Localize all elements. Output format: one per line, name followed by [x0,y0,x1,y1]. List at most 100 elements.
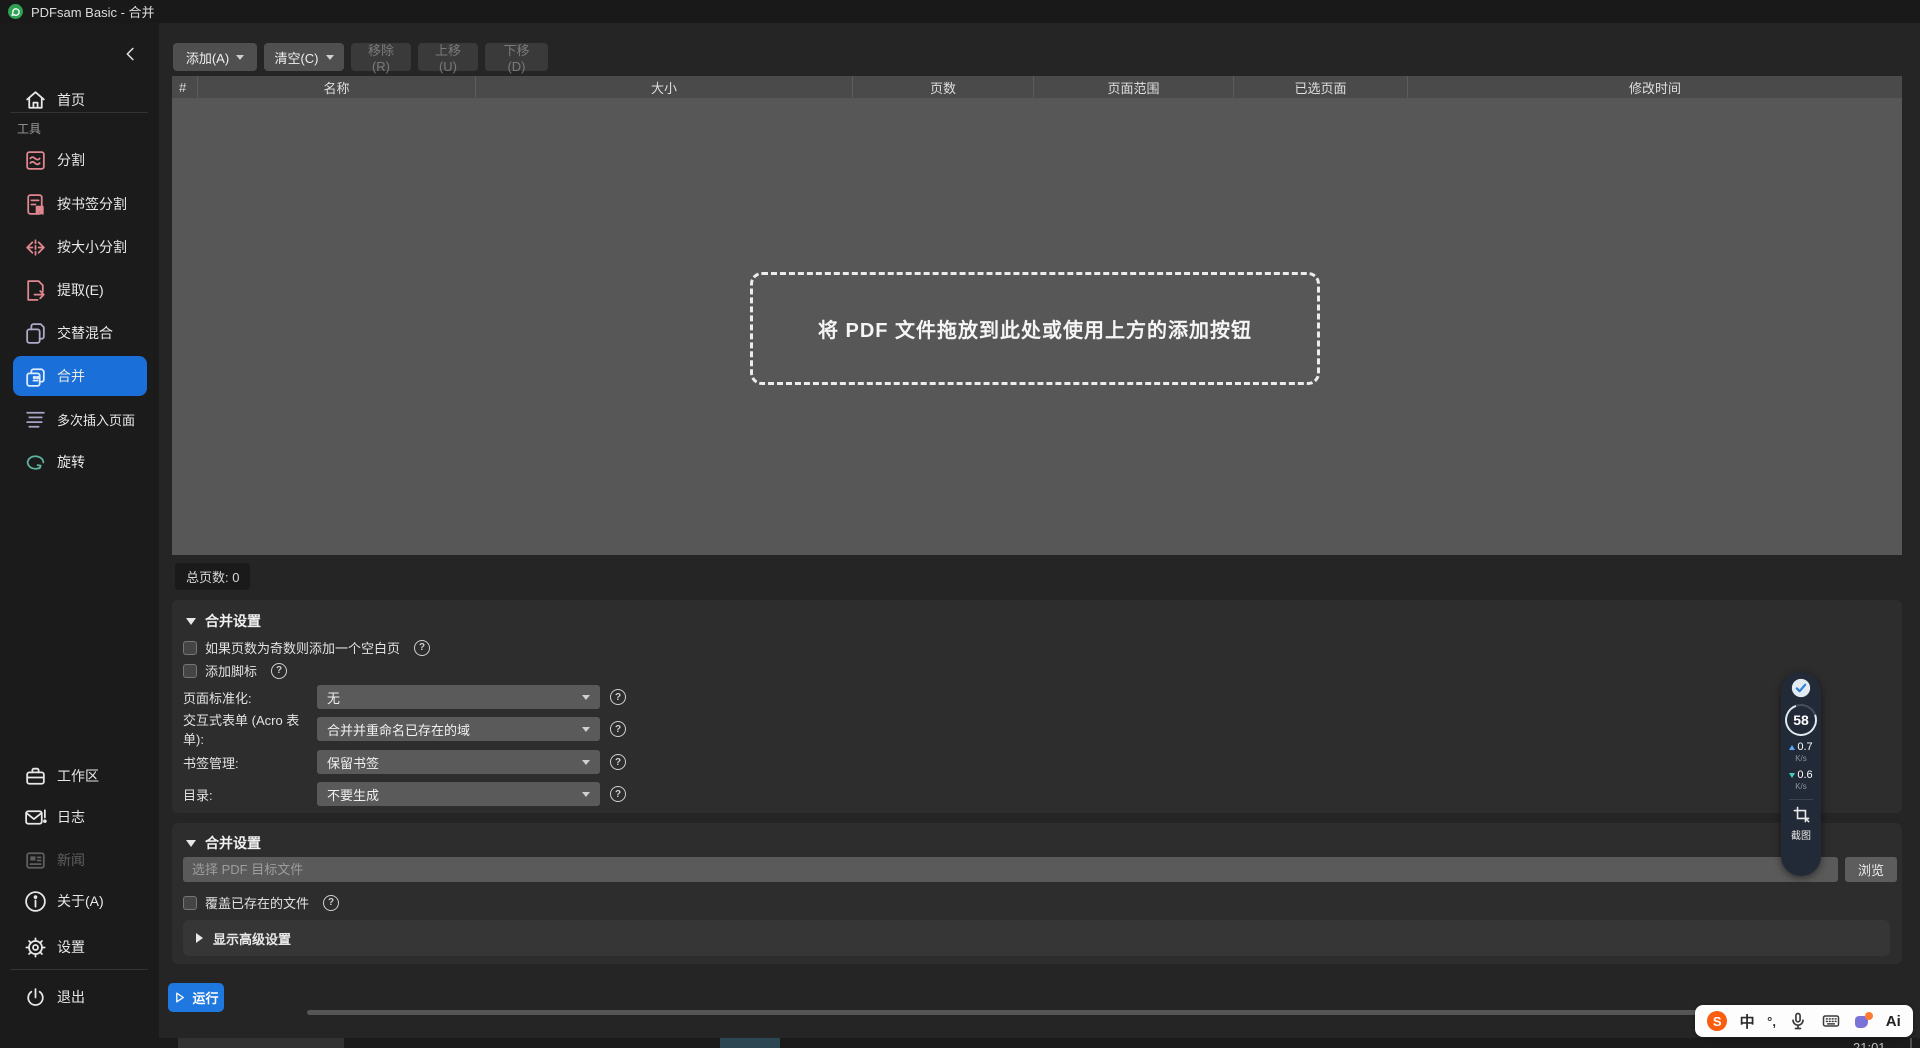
show-advanced-settings-toggle[interactable]: 显示高级设置 [183,920,1890,956]
dropzone-hint: 将 PDF 文件拖放到此处或使用上方的添加按钮 [818,314,1252,343]
power-icon [23,985,48,1010]
table-body-drop-area[interactable]: 将 PDF 文件拖放到此处或使用上方的添加按钮 [172,98,1902,555]
merge-settings-header[interactable]: 合并设置 [186,611,261,631]
ime-punctuation-toggle[interactable]: °, [1767,1014,1776,1029]
sidebar-item-insert-pages[interactable]: 多次插入页面 [13,399,147,439]
table-header-row: # 名称 大小 页数 页面范围 已选页面 修改时间 [172,76,1902,98]
floating-assistant-widget[interactable]: 58 0.7 K/s 0.6 K/s 截图 [1781,672,1821,876]
column-header-selected-pages[interactable]: 已选页面 [1234,76,1408,98]
add-blank-page-row: 如果页数为奇数则添加一个空白页 ? [183,638,430,657]
column-header-modified[interactable]: 修改时间 [1408,76,1902,98]
collapse-triangle-icon [186,840,196,847]
tools-section-label: 工具 [17,120,41,137]
split-size-icon [23,235,48,260]
sidebar-item-rotate[interactable]: 旋转 [13,442,147,482]
collapse-sidebar-icon[interactable] [120,43,142,65]
sidebar-item-home[interactable]: 首页 [13,80,147,120]
help-icon[interactable]: ? [610,754,626,770]
news-icon [23,848,48,873]
clear-button[interactable]: 清空(C) [264,43,344,71]
help-icon[interactable]: ? [414,640,430,656]
sidebar-item-exit[interactable]: 退出 [13,977,147,1017]
gear-icon [23,935,48,960]
info-icon [23,889,48,914]
sidebar: 首页 工具 分割 按书签分割 按大小分割 提取(E) [0,23,159,1038]
toc-select[interactable]: 不要生成 [317,782,600,806]
taskbar-app-button[interactable] [178,1038,344,1048]
soft-keyboard-icon[interactable] [1821,1011,1841,1031]
sidebar-item-split[interactable]: 分割 [13,140,147,180]
output-settings-header[interactable]: 合并设置 [186,833,261,853]
column-header-pages[interactable]: 页数 [853,76,1034,98]
column-header-size[interactable]: 大小 [476,76,853,98]
help-icon[interactable]: ? [610,786,626,802]
overwrite-row: 覆盖已存在的文件 ? [183,893,339,912]
chevron-down-icon [582,792,590,797]
acroforms-row: 交互式表单 (Acro 表单): 合并并重命名已存在的域 ? [183,717,626,741]
destination-file-input[interactable] [183,857,1838,882]
help-icon[interactable]: ? [610,689,626,705]
add-button[interactable]: 添加(A) [173,43,257,71]
chevron-down-icon [582,695,590,700]
horizontal-scrollbar[interactable] [307,1010,1885,1015]
download-arrow-icon [1789,773,1795,778]
output-settings-panel: 合并设置 浏览 覆盖已存在的文件 ? 显示高级设置 [172,823,1902,964]
column-header-name[interactable]: 名称 [198,76,476,98]
score-gauge[interactable]: 58 [1785,704,1817,736]
sidebar-item-workspace[interactable]: 工作区 [13,756,147,796]
sidebar-item-split-by-size[interactable]: 按大小分割 [13,227,147,267]
page-normalization-select[interactable]: 无 [317,685,600,709]
windows-taskbar[interactable]: 21:01 [0,1038,1920,1048]
column-header-index[interactable]: # [172,76,198,98]
ime-skin-icon[interactable] [1853,1011,1873,1031]
overwrite-checkbox[interactable] [183,896,197,910]
microphone-icon[interactable] [1788,1011,1808,1031]
sidebar-item-extract[interactable]: 提取(E) [13,270,147,310]
sidebar-item-alternate-mix[interactable]: 交替混合 [13,313,147,353]
sogou-logo-icon[interactable]: S [1707,1011,1727,1031]
screen: PDFsam Basic - 合并 首页 工具 分割 按书签分割 [0,0,1920,1048]
extract-icon [23,278,48,303]
sidebar-divider [10,969,148,970]
rotate-icon [23,450,48,475]
browse-button[interactable]: 浏览 [1845,857,1897,882]
chevron-down-icon [236,55,244,60]
play-icon [173,991,186,1004]
sidebar-item-merge[interactable]: 合并 [13,356,147,396]
sidebar-divider [10,112,148,113]
remove-button[interactable]: 移除(R) [351,43,411,71]
taskbar-app-button[interactable] [720,1038,780,1048]
help-icon[interactable]: ? [610,721,626,737]
run-button[interactable]: 运行 [168,983,224,1012]
add-blank-page-checkbox[interactable] [183,641,197,655]
screenshot-crop-icon[interactable] [1792,805,1811,824]
pdf-dropzone[interactable]: 将 PDF 文件拖放到此处或使用上方的添加按钮 [750,272,1320,385]
log-envelope-icon [23,805,48,830]
toolbar: 添加(A) 清空(C) 移除(R) 上移(U) 下移(D) [173,43,548,71]
sidebar-item-about[interactable]: 关于(A) [13,881,147,921]
shield-check-icon [1790,677,1812,699]
sidebar-item-news[interactable]: 新闻 [13,840,147,880]
help-icon[interactable]: ? [323,895,339,911]
column-header-page-ranges[interactable]: 页面范围 [1034,76,1234,98]
acroforms-select[interactable]: 合并并重命名已存在的域 [317,717,600,741]
app-logo-icon [8,4,23,19]
ime-ai-assistant[interactable]: Ai [1886,1013,1901,1030]
merge-icon [23,364,48,389]
help-icon[interactable]: ? [271,663,287,679]
bookmarks-select[interactable]: 保留书签 [317,750,600,774]
sidebar-item-log[interactable]: 日志 [13,797,147,837]
add-footer-checkbox[interactable] [183,664,197,678]
sidebar-item-settings[interactable]: 设置 [13,927,147,967]
bookmarks-row: 书签管理: 保留书签 ? [183,750,626,774]
split-icon [23,148,48,173]
taskbar-clock: 21:01 [1853,1040,1886,1048]
ime-mode-toggle[interactable]: 中 [1740,1011,1755,1032]
widget-divider [1789,799,1813,800]
sidebar-item-split-by-bookmarks[interactable]: 按书签分割 [13,184,147,224]
page-normalization-row: 页面标准化: 无 ? [183,685,626,709]
mix-icon [23,321,48,346]
ime-toolbar: S 中 °, Ai [1695,1005,1913,1037]
move-down-button[interactable]: 下移(D) [485,43,548,71]
move-up-button[interactable]: 上移(U) [418,43,478,71]
